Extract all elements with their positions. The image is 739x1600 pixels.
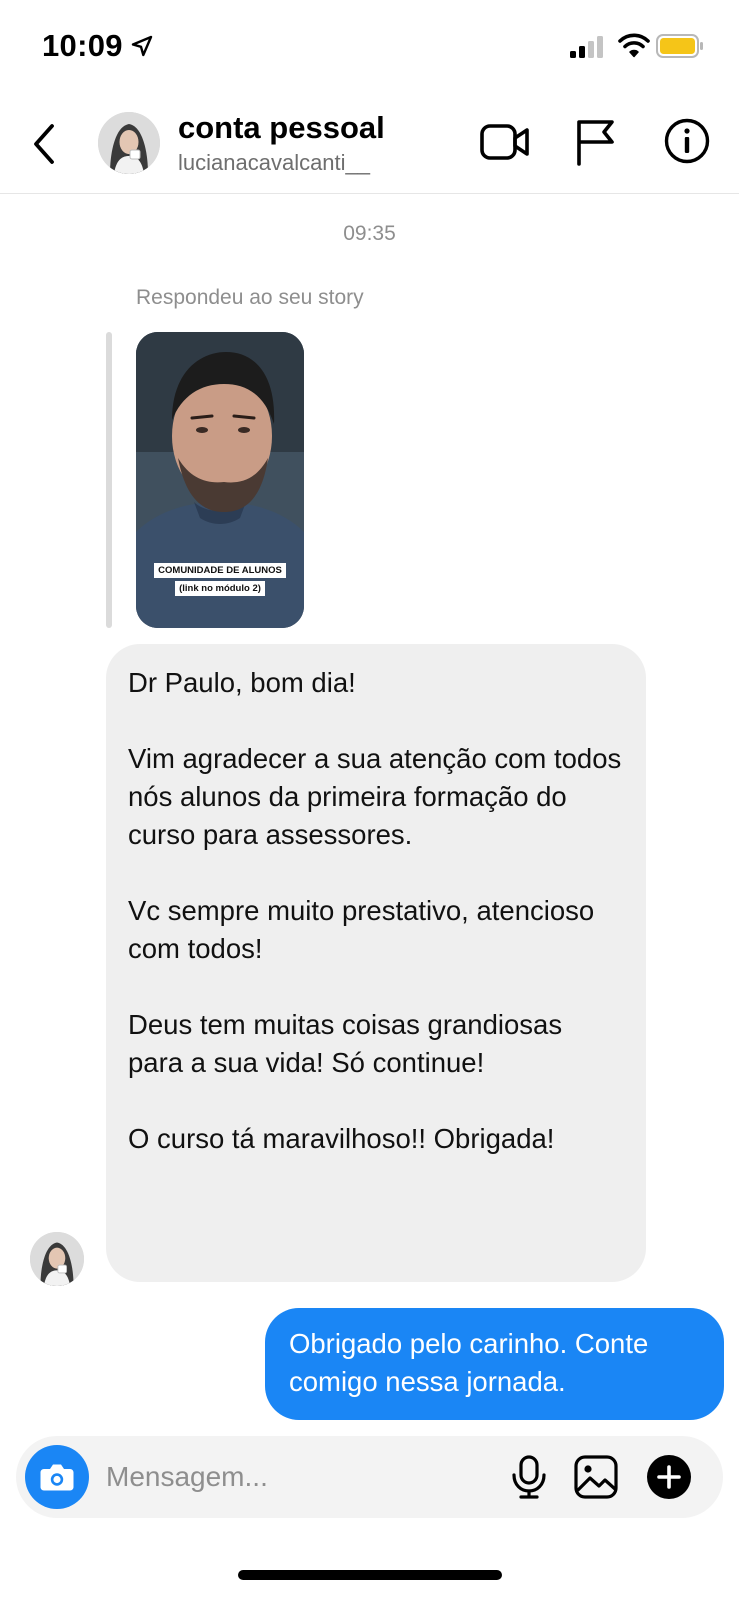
message-timestamp: 09:35: [343, 222, 396, 245]
back-icon[interactable]: [28, 120, 62, 168]
received-paragraph: Vim agradecer a sua atenção com todos nó…: [128, 743, 622, 850]
reply-indicator-bar: [106, 332, 112, 628]
chat-header: conta pessoal lucianacavalcanti__: [0, 100, 739, 194]
gallery-icon[interactable]: [573, 1454, 619, 1500]
dm-chat-screen: 10:09 conta pessoal lucianacavalcanti__ …: [0, 0, 739, 1600]
video-call-icon[interactable]: [480, 120, 530, 164]
battery-icon: [656, 34, 703, 58]
story-thumbnail[interactable]: COMUNIDADE DE ALUNOS (link no módulo 2): [136, 332, 304, 628]
story-caption-line1: COMUNIDADE DE ALUNOS: [154, 563, 286, 578]
plus-icon[interactable]: [646, 1454, 692, 1500]
flag-icon[interactable]: [574, 118, 616, 166]
received-paragraph: Dr Paulo, bom dia!: [128, 667, 356, 698]
cellular-signal-icon: [570, 36, 603, 58]
contact-avatar[interactable]: [98, 112, 160, 174]
info-icon[interactable]: [664, 118, 710, 164]
received-message-bubble[interactable]: Dr Paulo, bom dia! Vim agradecer a sua a…: [106, 644, 646, 1282]
story-caption: COMUNIDADE DE ALUNOS (link no módulo 2): [136, 560, 304, 596]
received-paragraph: Vc sempre muito prestativo, atencioso co…: [128, 895, 595, 964]
location-arrow-icon: [131, 35, 153, 57]
story-reply-label: Respondeu ao seu story: [136, 286, 364, 309]
home-indicator[interactable]: [238, 1570, 502, 1580]
received-paragraph: O curso tá maravilhoso!! Obrigada!: [128, 1123, 555, 1154]
camera-icon: [40, 1464, 74, 1491]
received-paragraph: Deus tem muitas coisas grandiosas para a…: [128, 1009, 563, 1078]
message-input[interactable]: [106, 1450, 486, 1504]
contact-username[interactable]: lucianacavalcanti__: [178, 150, 370, 176]
wifi-icon: [618, 33, 650, 58]
microphone-icon[interactable]: [506, 1454, 552, 1500]
story-caption-line2: (link no módulo 2): [175, 581, 265, 596]
camera-button[interactable]: [25, 1445, 89, 1509]
contact-name[interactable]: conta pessoal: [178, 110, 385, 146]
status-time: 10:09: [42, 28, 123, 63]
message-composer: [16, 1436, 723, 1518]
sent-message-bubble[interactable]: Obrigado pelo carinho. Conte comigo ness…: [265, 1308, 724, 1420]
sender-avatar[interactable]: [30, 1232, 84, 1286]
status-bar: 10:09: [0, 0, 739, 100]
